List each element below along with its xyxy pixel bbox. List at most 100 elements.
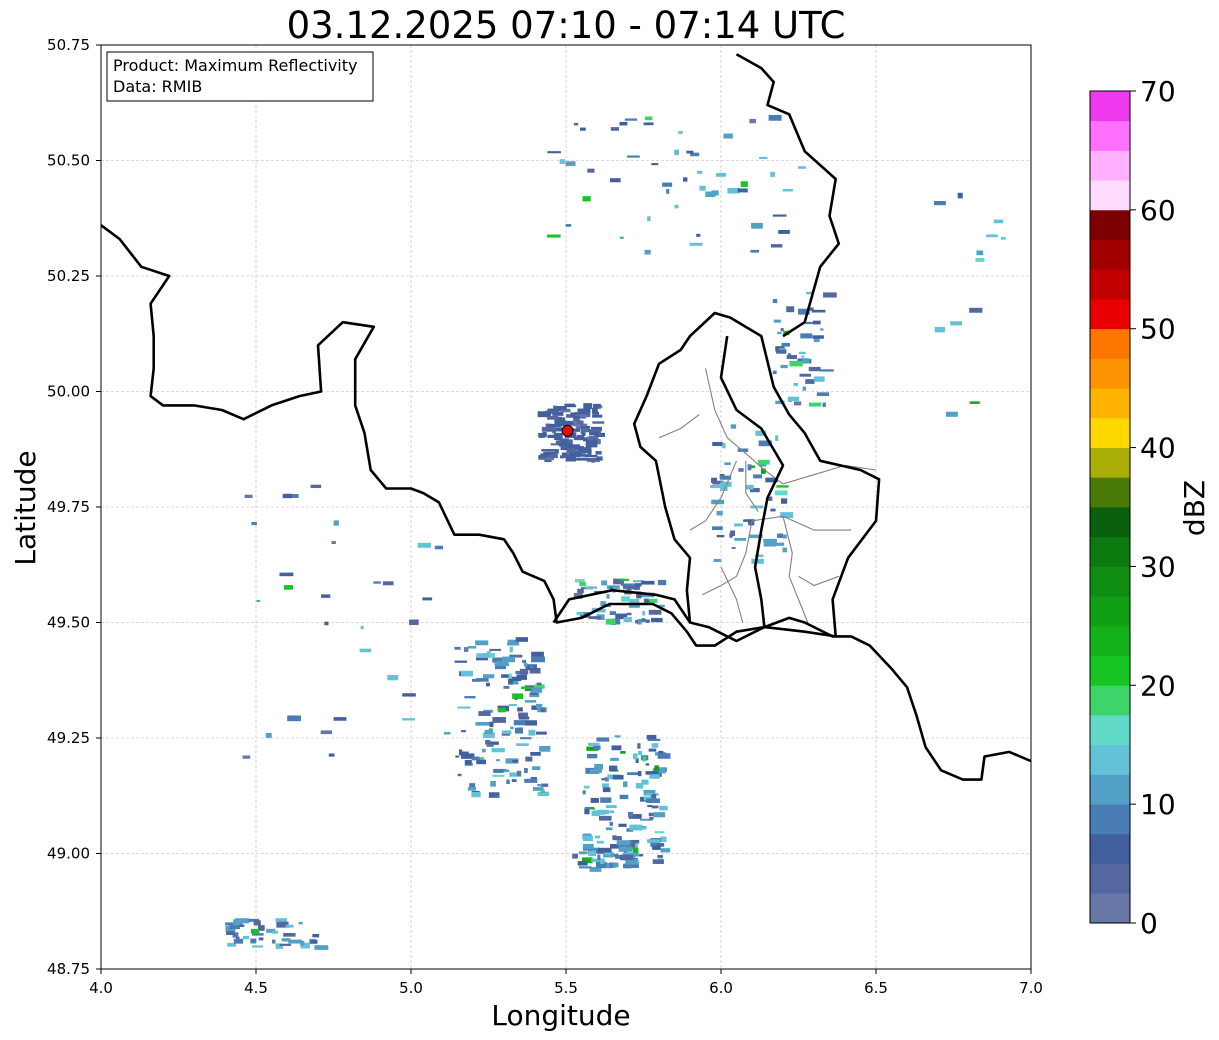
echo-cell (312, 933, 320, 938)
echo-cell (597, 854, 601, 861)
echo-cell (808, 366, 821, 372)
echo-cell (601, 580, 608, 586)
echo-cell (524, 700, 537, 703)
echo-cell (454, 646, 461, 650)
echo-cell (645, 600, 650, 603)
echo-cell (780, 328, 784, 332)
echo-cell (547, 234, 561, 238)
echo-cell (599, 858, 605, 864)
echo-cell (975, 257, 985, 262)
echo-cell (606, 585, 620, 589)
echo-cell (629, 824, 643, 831)
echo-cell (778, 230, 790, 234)
y-tick-label: 50.75 (47, 36, 90, 54)
echo-cell (522, 659, 527, 664)
colorbar-segment (1090, 417, 1130, 448)
echo-cell (242, 935, 250, 940)
radar-map-figure: 03.12.2025 07:10 - 07:14 UTC Product: Ma… (9, 4, 1211, 1032)
echo-cell (572, 853, 578, 859)
echo-cell (619, 854, 634, 861)
colorbar-tick-label: 70 (1140, 75, 1176, 108)
echo-cell (509, 646, 513, 653)
colorbar-tick-label: 10 (1140, 788, 1176, 821)
echo-cell (567, 405, 577, 408)
y-axis-label: Latitude (9, 450, 42, 565)
echo-cell (648, 748, 657, 752)
x-tick-label: 6.0 (709, 979, 733, 997)
echo-cell (512, 759, 519, 763)
echo-cell (777, 331, 782, 335)
echo-cell (969, 307, 983, 313)
echo-cell (753, 474, 763, 479)
echo-cell (724, 462, 731, 466)
echo-cell (749, 118, 756, 124)
echo-cell (457, 706, 471, 709)
echo-cell (592, 403, 601, 409)
echo-cell (740, 181, 748, 187)
echo-cell (549, 411, 559, 414)
echo-cell (674, 204, 679, 209)
info-data-text: Data: RMIB (113, 77, 202, 96)
echo-cell (780, 364, 788, 369)
echo-cell (314, 945, 329, 950)
echo-cell (537, 784, 543, 787)
echo-cell (283, 585, 293, 590)
echo-cell (616, 840, 631, 846)
echo-cell (777, 533, 784, 538)
echo-cell (776, 349, 787, 354)
echo-cell (244, 494, 253, 499)
echo-cell (578, 866, 592, 869)
echo-cell (490, 780, 496, 787)
echo-cell (730, 530, 736, 536)
echo-cell (632, 753, 638, 760)
echo-cell (532, 766, 541, 771)
echo-cell (387, 675, 399, 681)
echo-cell (638, 750, 643, 756)
echo-cell (612, 775, 624, 780)
echo-cell (591, 457, 596, 463)
echo-cell (529, 664, 535, 669)
echo-cell (510, 726, 514, 730)
x-axis-label: Longitude (491, 999, 630, 1032)
echo-cell (720, 481, 731, 485)
echo-cell (609, 611, 617, 616)
colorbar-segment (1090, 120, 1130, 151)
echo-cell (513, 720, 527, 726)
echo-cell (624, 118, 638, 121)
echo-cell (608, 765, 618, 772)
echo-cell (508, 679, 513, 685)
echo-cell (485, 682, 490, 687)
echo-cell (489, 721, 494, 728)
echo-cell (331, 541, 336, 544)
echo-cell (950, 321, 963, 326)
echo-cell (652, 859, 664, 864)
echo-cell (651, 163, 659, 166)
echo-cell (508, 673, 512, 679)
colorbar-segment (1090, 744, 1130, 775)
echo-cell (774, 490, 788, 496)
echo-cell (565, 224, 572, 227)
echo-cell (751, 222, 763, 229)
echo-cell (802, 358, 810, 364)
echo-cell (635, 620, 639, 624)
echo-cell (612, 836, 622, 841)
echo-cell (579, 127, 586, 131)
echo-cell (501, 730, 512, 735)
x-tick-label: 7.0 (1019, 979, 1043, 997)
echo-cell (945, 411, 958, 417)
echo-cell (649, 774, 660, 779)
echo-cell (770, 171, 776, 177)
y-tick-label: 50.50 (47, 152, 90, 170)
echo-cell (660, 836, 667, 843)
info-product-text: Product: Maximum Reflectivity (113, 56, 357, 75)
echo-cell (801, 355, 805, 358)
echo-cell (610, 127, 619, 131)
echo-cell (597, 439, 601, 445)
y-tick-label: 50.00 (47, 383, 90, 401)
echo-cell (491, 748, 505, 753)
echo-cell (609, 178, 621, 183)
echo-cell (521, 686, 532, 690)
echo-cell (737, 188, 748, 193)
echo-cell (514, 696, 518, 700)
echo-cell (647, 216, 651, 222)
